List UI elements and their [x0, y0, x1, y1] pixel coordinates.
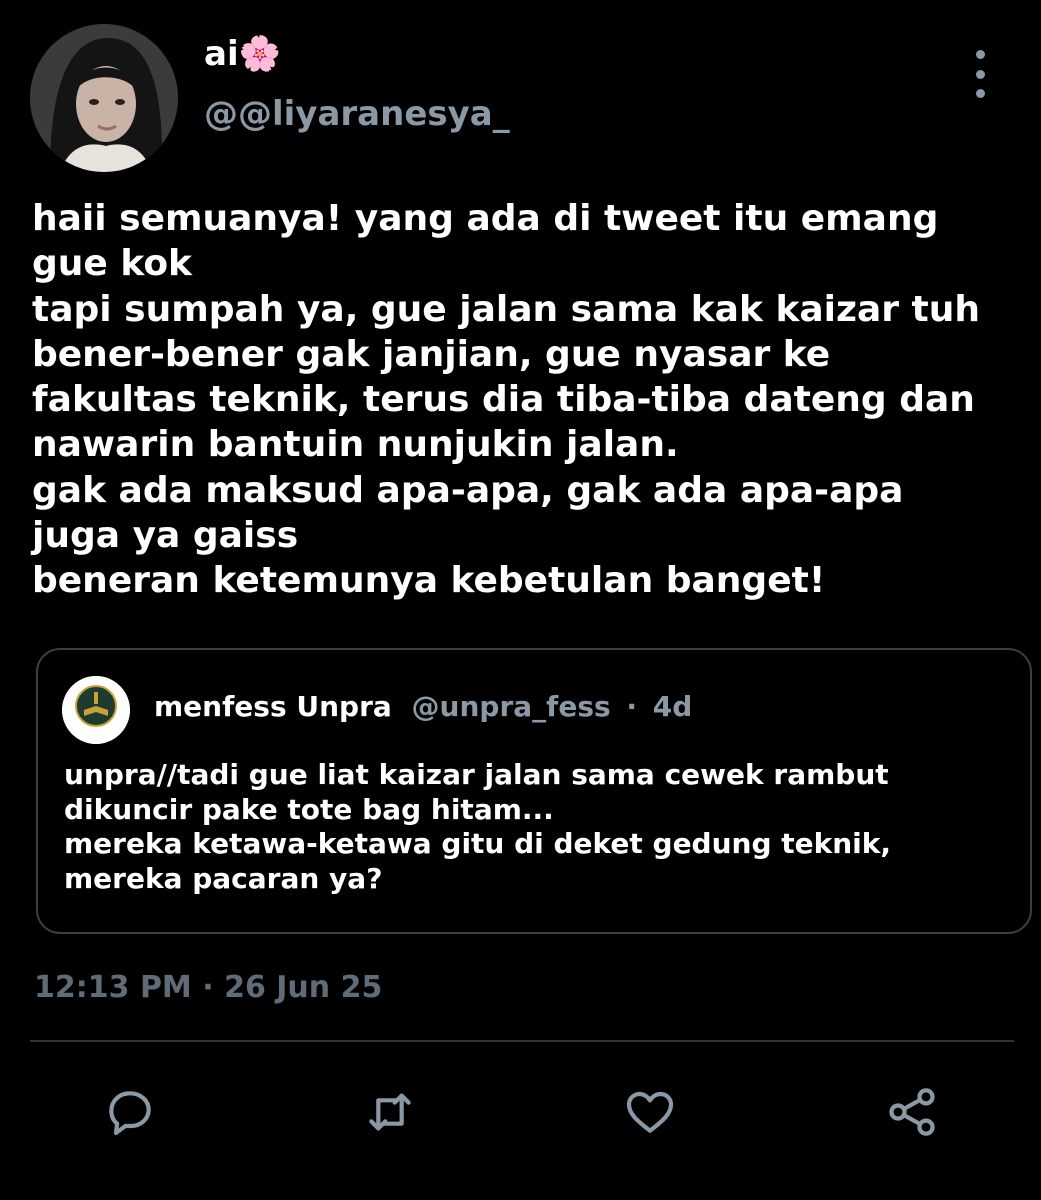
tweet-text-line: tapi sumpah ya, gue jalan sama kak kaiza… [32, 288, 981, 330]
quote-text-line: mereka ketawa-ketawa gitu di deket gedun… [64, 827, 892, 860]
tweet-text-line: haii semuanya! yang ada di tweet itu ema… [32, 198, 939, 239]
tweet-text-line: nawarin bantuin nunjukin jalan. [32, 424, 679, 466]
retweet-icon[interactable] [358, 1080, 422, 1144]
tweet-text-line: beneran ketemunya kebetulan banget! [32, 560, 826, 602]
quote-text-line: dikuncir pake tote bag hitam... [64, 792, 554, 826]
quote-header: menfess Unpra @unpra_fess · 4d [154, 690, 692, 723]
more-options-icon[interactable] [960, 50, 1000, 98]
quote-author-name[interactable]: menfess Unpra [154, 690, 392, 723]
tweet-text-line: gue kok [32, 243, 192, 285]
tweet-text-line: juga ya gaiss [32, 515, 299, 557]
author-handle[interactable]: @@liyaranesya_ [204, 94, 510, 134]
quote-text-line: unpra//tadi gue liat kaizar jalan sama c… [64, 758, 889, 791]
quote-separator: · [626, 690, 638, 723]
tweet-text-line: fakultas teknik, terus dia tiba-tiba dat… [32, 379, 975, 421]
tweet-text: haii semuanya! yang ada di tweet itu ema… [32, 196, 1032, 604]
quote-tweet-card[interactable]: menfess Unpra @unpra_fess · 4d unpra//ta… [36, 648, 1032, 934]
quote-author-handle[interactable]: @unpra_fess [412, 690, 611, 723]
reply-icon[interactable] [98, 1080, 162, 1144]
quote-text: unpra//tadi gue liat kaizar jalan sama c… [64, 758, 1014, 896]
quote-text-line: mereka pacaran ya? [64, 861, 383, 895]
divider [30, 1040, 1014, 1042]
share-icon[interactable] [880, 1080, 944, 1144]
tweet-timestamp[interactable]: 12:13 PM · 26 Jun 25 [34, 970, 382, 1005]
author-avatar[interactable] [30, 24, 178, 172]
like-icon[interactable] [618, 1080, 682, 1144]
quote-time: 4d [652, 690, 693, 723]
tweet-text-line: bener-bener gak janjian, gue nyasar ke [32, 333, 831, 375]
quote-author-logo[interactable] [62, 676, 130, 744]
author-display-name[interactable]: ai🌸 [204, 34, 281, 74]
tweet-text-line: gak ada maksud apa-apa, gak ada apa-apa [32, 469, 904, 511]
